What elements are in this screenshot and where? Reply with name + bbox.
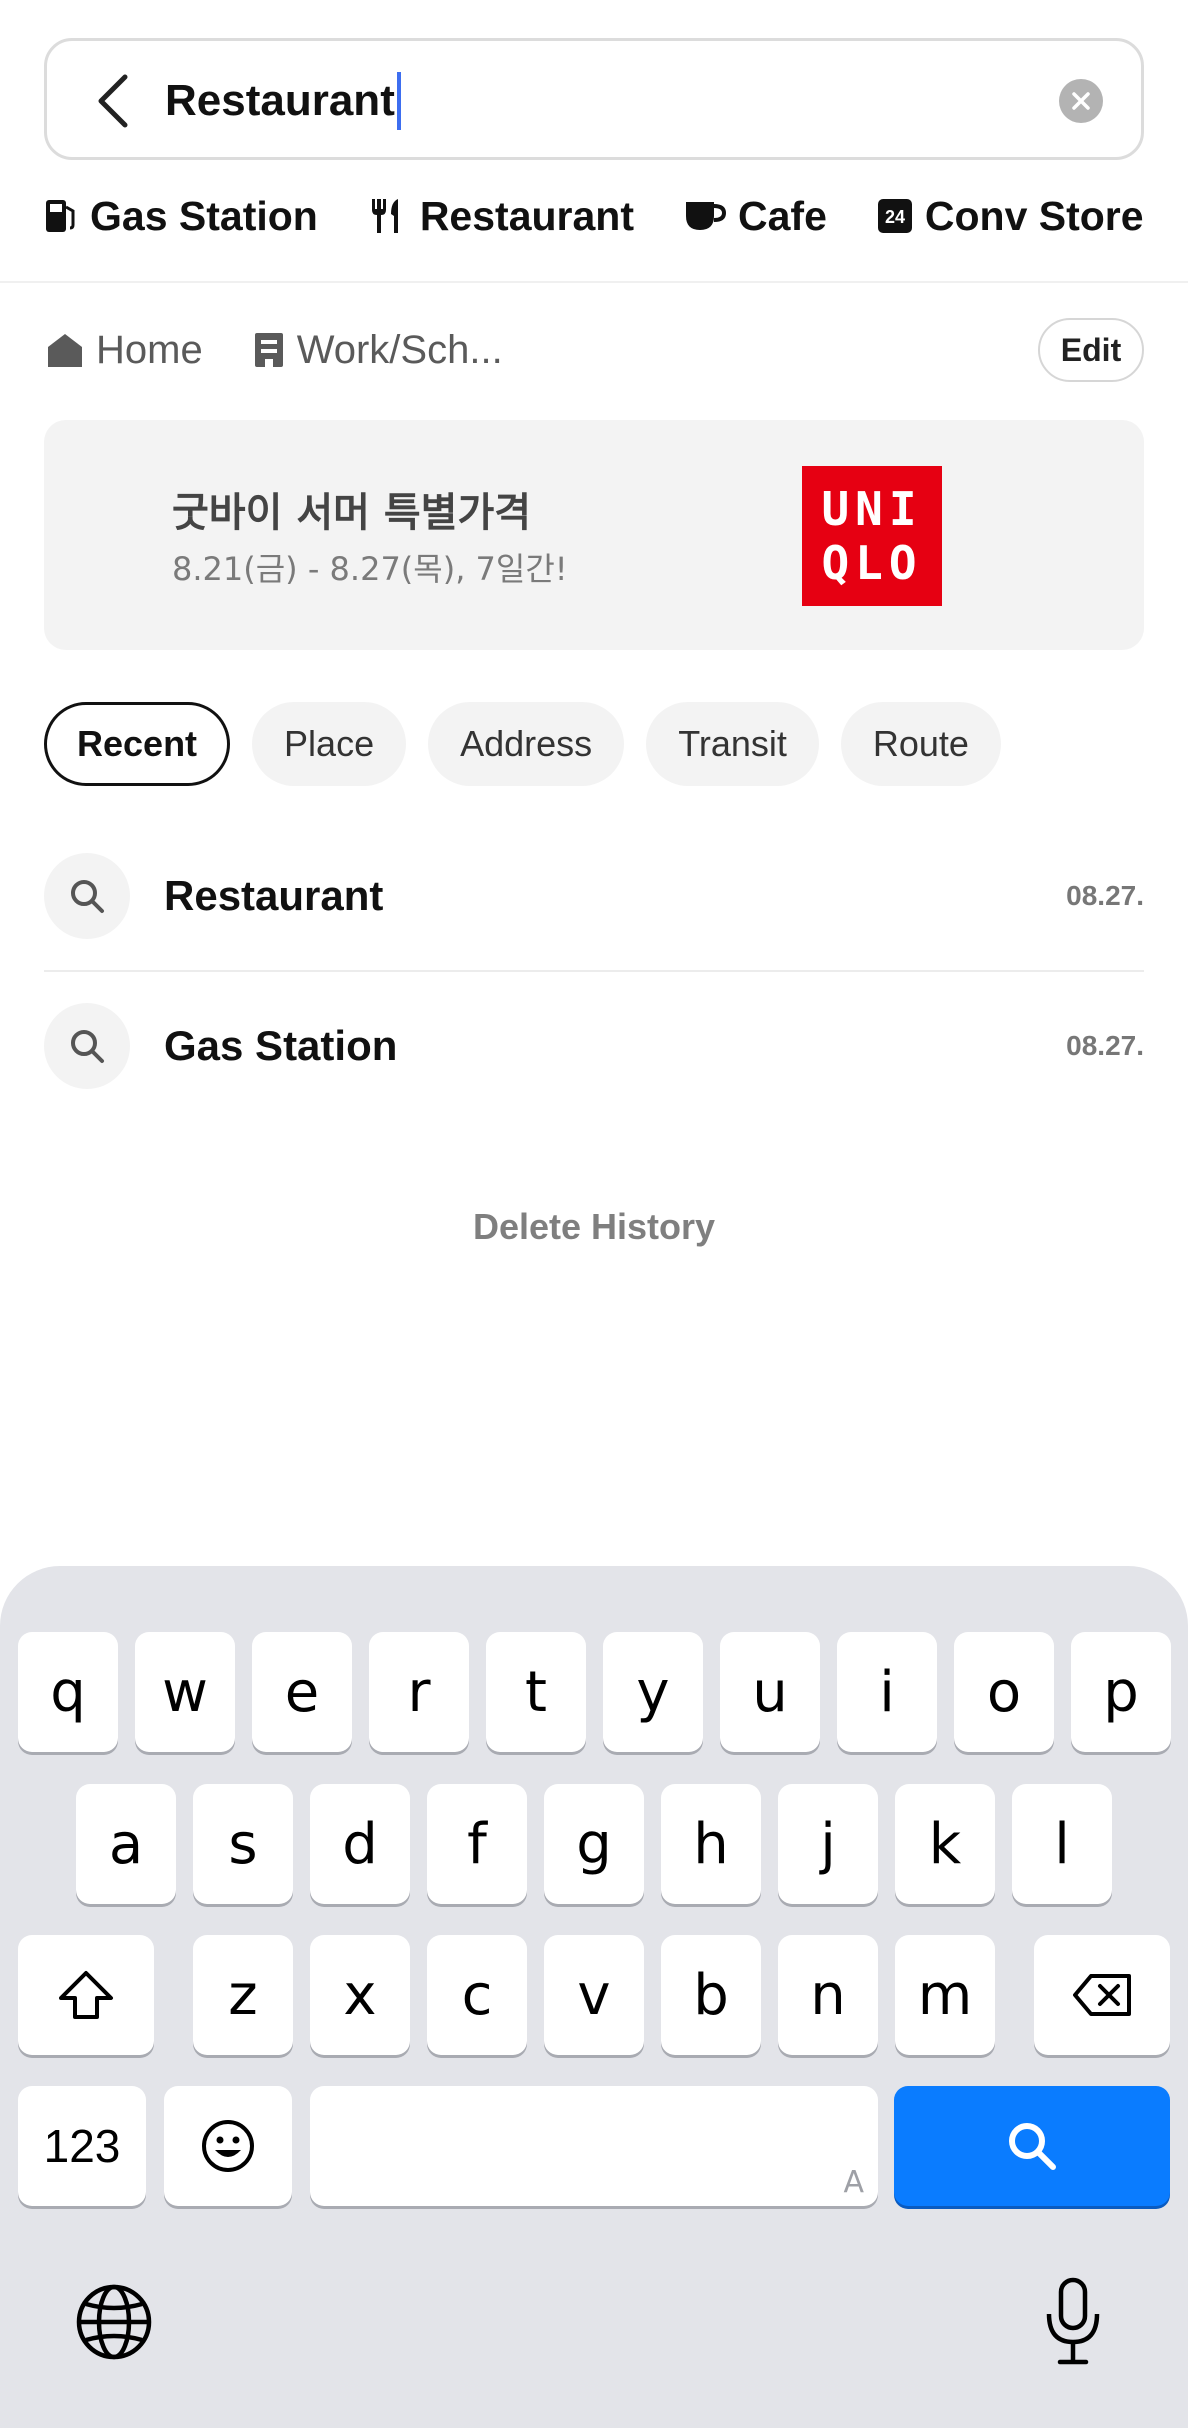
- chevron-left-icon: [98, 74, 128, 128]
- key-v[interactable]: v: [544, 1935, 644, 2055]
- tab-route[interactable]: Route: [840, 702, 1001, 786]
- globe-icon: [76, 2284, 152, 2360]
- search-icon: [71, 880, 104, 913]
- key-x[interactable]: x: [310, 1935, 410, 2055]
- category-label: Restaurant: [419, 192, 634, 239]
- space-key-hint: A: [843, 2165, 864, 2200]
- microphone-icon: [1046, 2277, 1100, 2365]
- back-button[interactable]: [87, 71, 143, 131]
- category-conv-store[interactable]: 24 Conv Store: [877, 193, 1144, 240]
- emoji-key[interactable]: [164, 2086, 292, 2206]
- list-divider: [44, 970, 1144, 972]
- clear-search-button[interactable]: [1059, 79, 1103, 123]
- key-f[interactable]: f: [427, 1784, 527, 1904]
- space-key[interactable]: A: [310, 2086, 878, 2206]
- key-h[interactable]: h: [661, 1784, 761, 1904]
- key-j[interactable]: j: [778, 1784, 878, 1904]
- key-t[interactable]: t: [486, 1632, 586, 1752]
- category-label: Gas Station: [90, 192, 318, 239]
- favorite-home[interactable]: Home: [46, 328, 203, 373]
- building-icon: [254, 333, 283, 367]
- favorite-work[interactable]: Work/Sch...: [253, 328, 503, 373]
- emoji-icon: [202, 2120, 254, 2172]
- numbers-key[interactable]: 123: [18, 2086, 146, 2206]
- text-caret: [396, 72, 401, 130]
- key-m[interactable]: m: [895, 1935, 995, 2055]
- history-date: 08.27.: [1066, 880, 1144, 911]
- key-a[interactable]: a: [76, 1784, 176, 1904]
- history-label: Gas Station: [164, 1022, 398, 1069]
- search-icon: [1009, 2123, 1056, 2170]
- list-item[interactable]: Gas Station 08.27.: [44, 998, 1144, 1094]
- key-g[interactable]: g: [544, 1784, 644, 1904]
- key-n[interactable]: n: [778, 1935, 878, 2055]
- key-r[interactable]: r: [369, 1632, 469, 1752]
- search-bar[interactable]: Restaurant: [44, 38, 1144, 160]
- key-w[interactable]: w: [135, 1632, 235, 1752]
- history-date: 08.27.: [1066, 1030, 1144, 1061]
- category-label: Conv Store: [924, 192, 1144, 239]
- history-label: Restaurant: [164, 872, 384, 919]
- search-icon-wrapper: [44, 853, 130, 939]
- home-icon: [48, 334, 82, 367]
- delete-key[interactable]: [1034, 1935, 1170, 2055]
- gas-pump-icon: [46, 200, 75, 232]
- key-l[interactable]: l: [1012, 1784, 1112, 1904]
- coffee-cup-icon: [686, 202, 726, 230]
- list-item[interactable]: Restaurant 08.27.: [44, 848, 1144, 944]
- key-i[interactable]: i: [837, 1632, 937, 1752]
- tab-address[interactable]: Address: [428, 702, 625, 786]
- search-icon: [71, 1030, 104, 1063]
- key-z[interactable]: z: [193, 1935, 293, 2055]
- category-restaurant[interactable]: Restaurant: [368, 193, 634, 240]
- key-e[interactable]: e: [252, 1632, 352, 1752]
- logo-line-1: UNI: [821, 482, 923, 536]
- search-input[interactable]: Restaurant: [165, 71, 401, 131]
- search-key[interactable]: [894, 2086, 1170, 2206]
- banner-title: 굿바이 서머 특별가격: [172, 490, 532, 536]
- delete-history-button[interactable]: Delete History: [0, 1206, 1188, 1248]
- key-k[interactable]: k: [895, 1784, 995, 1904]
- key-o[interactable]: o: [954, 1632, 1054, 1752]
- tab-place[interactable]: Place: [252, 702, 407, 786]
- search-icon-wrapper: [44, 1003, 130, 1089]
- favorite-places: Home Work/Sch...: [46, 320, 553, 380]
- key-c[interactable]: c: [427, 1935, 527, 2055]
- tab-transit[interactable]: Transit: [646, 702, 819, 786]
- section-divider: [0, 281, 1188, 283]
- key-p[interactable]: p: [1071, 1632, 1171, 1752]
- category-label: Cafe: [738, 192, 827, 239]
- history-filter-tabs: Recent Place Address Transit Route: [44, 702, 1023, 786]
- backspace-icon: [1073, 1974, 1131, 2016]
- promo-banner[interactable]: 굿바이 서머 특별가격 8.21(금) - 8.27(목), 7일간! UNI …: [44, 420, 1144, 650]
- tab-recent[interactable]: Recent: [44, 702, 231, 786]
- fork-knife-icon: [371, 199, 398, 233]
- dictation-button[interactable]: [1042, 2276, 1104, 2373]
- 24-hour-store-icon: 24: [877, 199, 912, 233]
- shift-icon: [59, 1971, 113, 2019]
- favorite-label: Work/Sch...: [296, 327, 503, 372]
- key-d[interactable]: d: [310, 1784, 410, 1904]
- category-cafe[interactable]: Cafe: [684, 193, 827, 240]
- clear-icon: [1072, 92, 1090, 110]
- edit-favorites-button[interactable]: Edit: [1038, 318, 1144, 382]
- logo-line-2: QLO: [821, 536, 923, 590]
- key-b[interactable]: b: [661, 1935, 761, 2055]
- category-gas-station[interactable]: Gas Station: [44, 193, 318, 240]
- key-s[interactable]: s: [193, 1784, 293, 1904]
- category-shortcuts: Gas Station Restaurant Cafe 24 Conv Stor…: [44, 184, 1188, 248]
- key-q[interactable]: q: [18, 1632, 118, 1752]
- key-u[interactable]: u: [720, 1632, 820, 1752]
- key-y[interactable]: y: [603, 1632, 703, 1752]
- svg-text:24: 24: [885, 207, 905, 227]
- uniqlo-logo: UNI QLO: [802, 466, 942, 606]
- globe-button[interactable]: [74, 2282, 154, 2367]
- search-query: Restaurant: [165, 76, 395, 125]
- banner-subtitle: 8.21(금) - 8.27(목), 7일간!: [172, 550, 568, 588]
- shift-key[interactable]: [18, 1935, 154, 2055]
- favorite-label: Home: [96, 327, 203, 372]
